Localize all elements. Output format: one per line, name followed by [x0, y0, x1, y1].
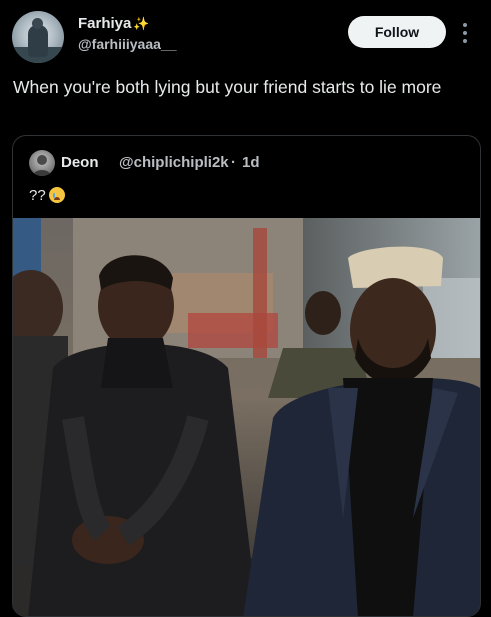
meta-separator: ·	[231, 154, 236, 171]
author-name-text: Farhiya	[78, 15, 132, 32]
quoted-tweet[interactable]: Deon @chiplichipli2k · 1d ??	[12, 135, 481, 617]
quoted-photo[interactable]	[13, 218, 480, 616]
quoted-author-name[interactable]: Deon	[61, 154, 99, 171]
quoted-author-avatar[interactable]	[29, 150, 55, 176]
quoted-text: ??	[29, 187, 65, 204]
avatar-portrait	[33, 155, 51, 176]
more-vertical-icon[interactable]	[462, 22, 468, 44]
tweet-text: When you're both lying but your friend s…	[13, 77, 442, 97]
author-avatar[interactable]	[12, 11, 64, 63]
follow-button[interactable]: Follow	[348, 16, 446, 48]
tweet-header: Farhiya ✨ @farhiiiyaaa__ Follow	[0, 0, 491, 70]
author-handle[interactable]: @farhiiiyaaa__	[78, 36, 177, 52]
quoted-timestamp[interactable]: 1d	[242, 154, 260, 171]
photo-illustration	[13, 218, 480, 616]
quoted-author-handle[interactable]: @chiplichipli2k	[119, 154, 229, 171]
avatar-figure	[28, 25, 48, 57]
quoted-text-content: ??	[29, 187, 46, 204]
crying-face-icon	[48, 187, 65, 203]
sparkles-icon: ✨	[133, 16, 150, 31]
avatar-figure-head	[32, 18, 43, 29]
author-display-name[interactable]: Farhiya ✨	[78, 15, 150, 32]
